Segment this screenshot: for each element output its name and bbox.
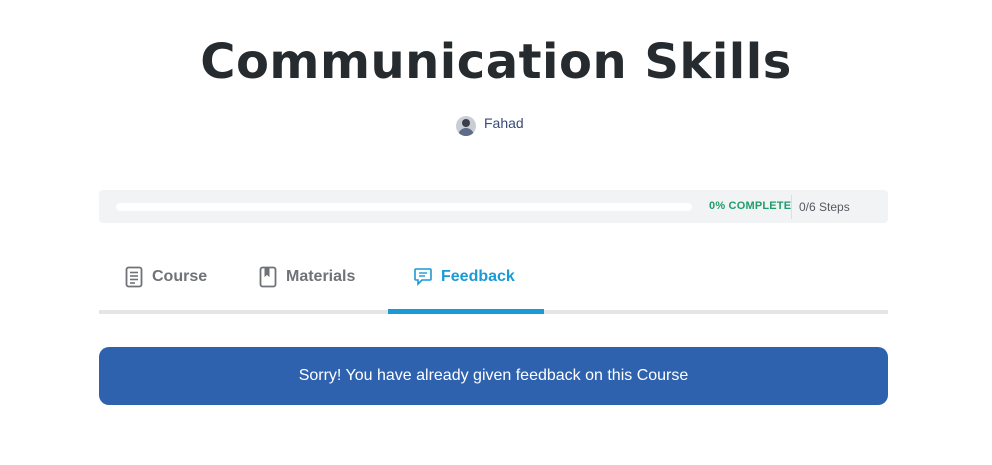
tab-materials-label: Materials (286, 268, 356, 285)
document-icon (125, 266, 143, 288)
tab-course-label: Course (152, 268, 208, 285)
feedback-notice-text: Sorry! You have already given feedback o… (298, 367, 689, 384)
course-tabs: Course Materials Feedback (99, 258, 888, 316)
progress-bar (116, 203, 692, 211)
book-icon (259, 266, 277, 288)
author-name[interactable]: Fahad (484, 115, 524, 131)
author-avatar[interactable] (456, 116, 476, 136)
active-tab-indicator (388, 309, 544, 314)
tab-course[interactable]: Course (125, 258, 207, 296)
progress-divider (791, 195, 792, 219)
comment-icon (414, 267, 432, 287)
course-title: Communication Skills (200, 34, 792, 90)
course-author[interactable]: Fahad (456, 110, 524, 136)
tab-feedback-label: Feedback (441, 268, 515, 285)
progress-percent: 0% COMPLETE (709, 200, 792, 212)
progress-steps: 0/6 Steps (799, 200, 850, 214)
course-progress: 0% COMPLETE 0/6 Steps (99, 190, 888, 223)
tab-feedback[interactable]: Feedback (414, 258, 515, 296)
tab-materials[interactable]: Materials (259, 258, 355, 296)
feedback-notice: Sorry! You have already given feedback o… (99, 347, 888, 405)
